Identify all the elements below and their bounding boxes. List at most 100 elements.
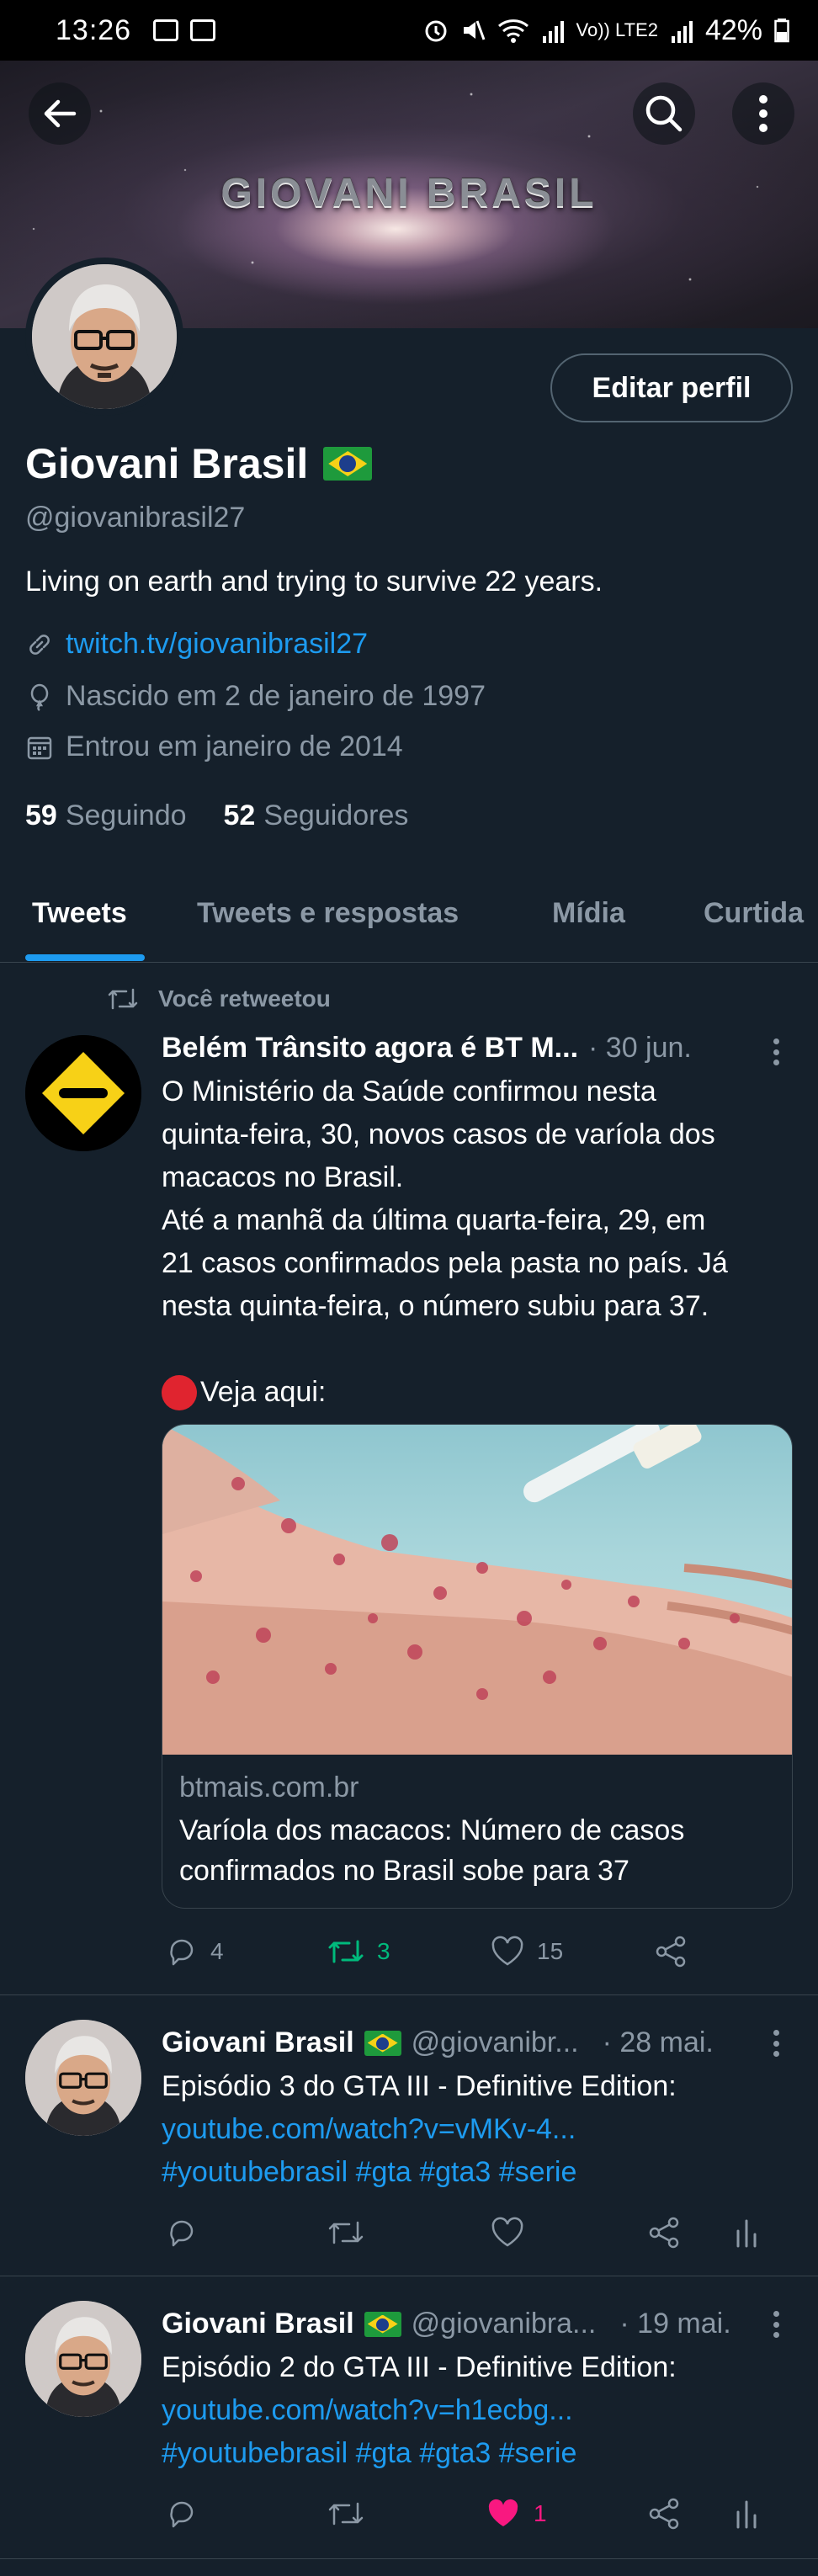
tweet-author-handle: @giovanibr... <box>411 2026 579 2058</box>
wifi-icon <box>497 19 529 43</box>
profile-link[interactable]: twitch.tv/giovanibrasil27 <box>66 628 368 661</box>
search-button[interactable] <box>633 82 695 145</box>
tweet-more-button[interactable] <box>768 2308 784 2341</box>
mute-icon <box>463 20 485 40</box>
retweet-icon <box>328 1940 364 1963</box>
profile-link-row: twitch.tv/giovanibrasil27 <box>25 628 368 661</box>
tweet-divider <box>0 1994 818 1995</box>
share-icon <box>656 1936 686 1968</box>
heart-icon <box>491 2217 523 2247</box>
card-domain: btmais.com.br <box>179 1771 359 1803</box>
tweet-author-handle: @giovanibra... <box>411 2308 597 2340</box>
retweet-icon <box>108 988 138 1010</box>
tweet-hashtags[interactable]: #youtubebrasil #gta #gta3 #serie <box>162 2432 793 2475</box>
battery-icon <box>774 19 789 43</box>
reply-icon <box>170 1939 194 1966</box>
reply-button[interactable]: 4 <box>165 1935 224 1968</box>
reply-icon <box>170 2501 194 2528</box>
banner-title: GIOVANI BRASIL <box>220 171 598 215</box>
tweet-avatar-giovani[interactable] <box>25 2020 141 2136</box>
like-button[interactable] <box>490 2216 525 2249</box>
status-time: 13:26 <box>56 13 132 46</box>
tweet-avatar-bt[interactable] <box>25 1035 141 1151</box>
birth-date: Nascido em 2 de janeiro de 1997 <box>66 680 486 712</box>
profile-bio: Living on earth and trying to survive 22… <box>25 566 603 598</box>
card-image <box>162 1425 792 1755</box>
analytics-icon <box>736 2219 757 2248</box>
retweet-icon <box>328 2221 364 2244</box>
battery-percent: 42% <box>704 13 762 46</box>
joined-row: Entrou em janeiro de 2014 <box>25 730 403 763</box>
retweet-context: Você retweetou <box>106 985 331 1013</box>
like-button[interactable]: 1 <box>485 2497 547 2531</box>
profile-avatar[interactable] <box>25 258 183 416</box>
share-button[interactable] <box>653 1935 688 1968</box>
reply-button[interactable] <box>165 2216 199 2249</box>
gallery-icon <box>153 19 179 41</box>
profile-tabs: Tweets Tweets e respostas Mídia Curtida <box>0 875 818 963</box>
tweet-hashtags[interactable]: #youtubebrasil #gta #gta3 #serie <box>162 2151 793 2194</box>
birth-row: Nascido em 2 de janeiro de 1997 <box>25 680 486 713</box>
tab-tweets-replies[interactable]: Tweets e respostas <box>197 897 459 930</box>
card-title: Varíola dos macacos: Número de casos con… <box>179 1814 685 1887</box>
heart-filled-icon <box>488 2499 518 2526</box>
share-icon <box>649 2498 679 2530</box>
tab-tweets[interactable]: Tweets <box>32 897 127 930</box>
active-tab-indicator <box>25 954 145 961</box>
following-stat[interactable]: 59 Seguindo <box>25 799 187 832</box>
analytics-button[interactable] <box>734 2216 759 2249</box>
red-circle-emoji-icon <box>162 1374 197 1410</box>
calendar-icon <box>27 736 52 759</box>
more-vertical-icon <box>759 95 768 132</box>
retweet-button[interactable] <box>327 2216 365 2249</box>
tweet-header: Giovani Brasil @giovanibra... · 19 mai. <box>162 2308 731 2340</box>
alarm-icon <box>425 20 447 42</box>
tweet-actions: 4 3 15 <box>162 1931 793 1973</box>
search-icon <box>645 95 683 132</box>
tweet-author-name[interactable]: Giovani Brasil <box>162 2308 354 2340</box>
tweet-header: Belém Trânsito agora é BT M... · 30 jun. <box>162 1032 692 1065</box>
balloon-icon <box>30 683 49 711</box>
profile-handle: @giovanibrasil27 <box>25 502 246 534</box>
followers-stat[interactable]: 52 Seguidores <box>224 799 409 832</box>
tweet-divider <box>0 2558 818 2559</box>
profile-name: Giovani Brasil <box>25 439 373 488</box>
tweet-header: Giovani Brasil @giovanibr... · 28 mai. <box>162 2026 714 2059</box>
tab-media[interactable]: Mídia <box>552 897 625 930</box>
retweet-button[interactable]: 3 <box>327 1935 390 1968</box>
tweet-text: O Ministério da Saúde confirmou nesta qu… <box>162 1070 793 1414</box>
retweet-icon <box>328 2502 364 2526</box>
link-icon <box>29 634 50 655</box>
tweet-date: · 30 jun. <box>588 1032 692 1064</box>
tweet-more-button[interactable] <box>768 2026 784 2060</box>
tab-likes[interactable]: Curtida <box>704 897 804 930</box>
tweet-author-name[interactable]: Belém Trânsito agora é BT M... <box>162 1032 578 1065</box>
share-button[interactable] <box>646 2216 682 2249</box>
back-button[interactable] <box>29 82 91 145</box>
back-arrow-icon <box>44 99 77 128</box>
tweet-date: · 19 mai. <box>619 2308 731 2340</box>
tweet-link[interactable]: youtube.com/watch?v=h1ecbg... <box>162 2389 793 2432</box>
brazil-flag-icon <box>323 447 373 481</box>
tweet-author-name[interactable]: Giovani Brasil <box>162 2026 354 2059</box>
tweet-actions <box>162 2212 793 2254</box>
screen-recorder-icon <box>190 19 216 41</box>
joined-date: Entrou em janeiro de 2014 <box>66 730 403 762</box>
heart-icon <box>491 1936 523 1966</box>
tweet-avatar-giovani[interactable] <box>25 2301 141 2417</box>
reply-button[interactable] <box>165 2497 199 2531</box>
edit-profile-button[interactable]: Editar perfil <box>550 353 793 422</box>
network-label: Vo)) LTE2 <box>576 19 658 40</box>
tweet-link[interactable]: youtube.com/watch?v=vMKv-4... <box>162 2108 793 2151</box>
retweet-button[interactable] <box>327 2497 365 2531</box>
more-options-button[interactable] <box>732 82 794 145</box>
tweet-more-button[interactable] <box>768 1035 784 1069</box>
tweet-actions: 1 <box>162 2493 793 2535</box>
link-preview-card[interactable]: btmais.com.br Varíola dos macacos: Númer… <box>162 1424 793 1909</box>
share-button[interactable] <box>646 2497 682 2531</box>
analytics-button[interactable] <box>734 2497 759 2531</box>
like-button[interactable]: 15 <box>490 1935 563 1968</box>
brazil-flag-icon <box>364 2311 401 2337</box>
tweet-text: Episódio 3 do GTA III - Definitive Editi… <box>162 2065 793 2194</box>
share-icon <box>649 2217 679 2249</box>
